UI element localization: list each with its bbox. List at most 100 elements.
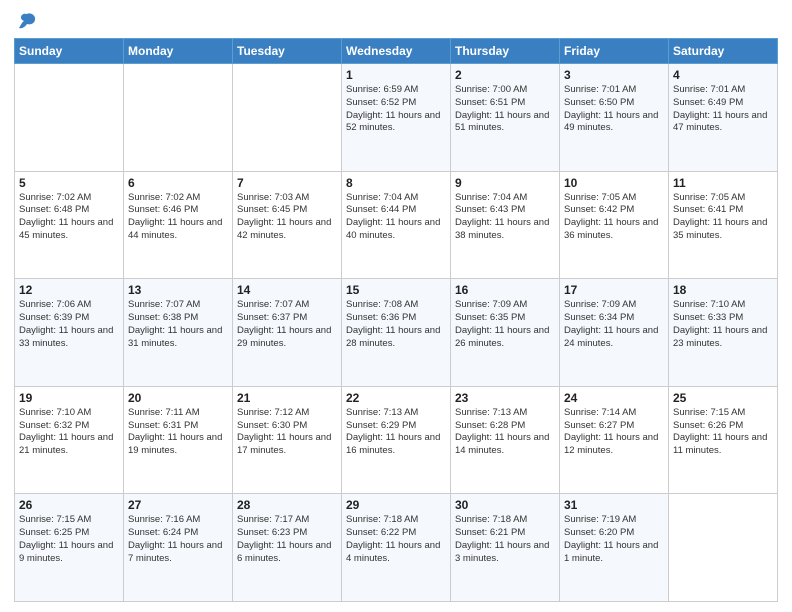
week-row-5: 26Sunrise: 7:15 AM Sunset: 6:25 PM Dayli…	[15, 494, 778, 602]
day-cell-14: 14 Sunrise: 7:07 AM Sunset: 6:37 PM Dayli…	[233, 279, 342, 387]
day-cell-18: 18 Sunrise: 7:10 AM Sunset: 6:33 PM Dayli…	[669, 279, 778, 387]
day-number: 8	[346, 176, 446, 190]
day-info: Sunrise: 7:04 AM Sunset: 6:44 PM Dayligh…	[346, 192, 446, 243]
day-cell-19: 19Sunrise: 7:10 AM Sunset: 6:32 PM Dayli…	[15, 386, 124, 494]
week-row-1: 1 Sunrise: 6:59 AM Sunset: 6:52 PM Daylig…	[15, 64, 778, 172]
day-info: Sunrise: 7:05 AM Sunset: 6:41 PM Dayligh…	[673, 192, 773, 243]
day-number: 3	[564, 68, 664, 82]
day-cell-10: 10 Sunrise: 7:05 AM Sunset: 6:42 PM Dayli…	[560, 171, 669, 279]
day-cell-17: 17Sunrise: 7:09 AM Sunset: 6:34 PM Dayli…	[560, 279, 669, 387]
day-number: 13	[128, 283, 228, 297]
day-cell-31: 31 Sunrise: 7:19 AM Sunset: 6:20 PM Dayli…	[560, 494, 669, 602]
day-number: 14	[237, 283, 337, 297]
day-info: Sunrise: 7:05 AM Sunset: 6:42 PM Dayligh…	[564, 192, 664, 243]
day-number: 25	[673, 391, 773, 405]
day-number: 5	[19, 176, 119, 190]
day-number: 11	[673, 176, 773, 190]
day-cell-21: 21Sunrise: 7:12 AM Sunset: 6:30 PM Dayli…	[233, 386, 342, 494]
day-cell-27: 27Sunrise: 7:16 AM Sunset: 6:24 PM Dayli…	[124, 494, 233, 602]
day-number: 20	[128, 391, 228, 405]
calendar-table: SundayMondayTuesdayWednesdayThursdayFrid…	[14, 38, 778, 602]
empty-cell	[124, 64, 233, 172]
day-number: 18	[673, 283, 773, 297]
day-number: 23	[455, 391, 555, 405]
weekday-header-tuesday: Tuesday	[233, 39, 342, 64]
empty-cell	[669, 494, 778, 602]
day-number: 12	[19, 283, 119, 297]
weekday-header-thursday: Thursday	[451, 39, 560, 64]
day-number: 15	[346, 283, 446, 297]
day-info: Sunrise: 7:02 AM Sunset: 6:46 PM Dayligh…	[128, 192, 228, 243]
day-info: Sunrise: 7:17 AM Sunset: 6:23 PM Dayligh…	[237, 514, 337, 565]
day-number: 26	[19, 498, 119, 512]
day-number: 16	[455, 283, 555, 297]
day-number: 9	[455, 176, 555, 190]
day-cell-9: 9Sunrise: 7:04 AM Sunset: 6:43 PM Daylig…	[451, 171, 560, 279]
day-number: 19	[19, 391, 119, 405]
day-info: Sunrise: 7:18 AM Sunset: 6:22 PM Dayligh…	[346, 514, 446, 565]
day-number: 4	[673, 68, 773, 82]
day-info: Sunrise: 7:09 AM Sunset: 6:34 PM Dayligh…	[564, 299, 664, 350]
day-number: 21	[237, 391, 337, 405]
day-number: 31	[564, 498, 664, 512]
day-cell-15: 15 Sunrise: 7:08 AM Sunset: 6:36 PM Dayli…	[342, 279, 451, 387]
day-info: Sunrise: 6:59 AM Sunset: 6:52 PM Dayligh…	[346, 84, 446, 135]
logo-bird-icon	[16, 10, 38, 32]
day-info: Sunrise: 7:01 AM Sunset: 6:50 PM Dayligh…	[564, 84, 664, 135]
day-cell-23: 23Sunrise: 7:13 AM Sunset: 6:28 PM Dayli…	[451, 386, 560, 494]
day-info: Sunrise: 7:19 AM Sunset: 6:20 PM Dayligh…	[564, 514, 664, 565]
day-info: Sunrise: 7:06 AM Sunset: 6:39 PM Dayligh…	[19, 299, 119, 350]
day-number: 1	[346, 68, 446, 82]
empty-cell	[233, 64, 342, 172]
day-cell-28: 28 Sunrise: 7:17 AM Sunset: 6:23 PM Dayli…	[233, 494, 342, 602]
weekday-header-monday: Monday	[124, 39, 233, 64]
week-row-4: 19Sunrise: 7:10 AM Sunset: 6:32 PM Dayli…	[15, 386, 778, 494]
weekday-header-saturday: Saturday	[669, 39, 778, 64]
weekday-header-sunday: Sunday	[15, 39, 124, 64]
day-info: Sunrise: 7:18 AM Sunset: 6:21 PM Dayligh…	[455, 514, 555, 565]
day-info: Sunrise: 7:10 AM Sunset: 6:33 PM Dayligh…	[673, 299, 773, 350]
day-info: Sunrise: 7:07 AM Sunset: 6:37 PM Dayligh…	[237, 299, 337, 350]
logo-text	[14, 10, 38, 32]
day-cell-25: 25 Sunrise: 7:15 AM Sunset: 6:26 PM Dayli…	[669, 386, 778, 494]
week-row-3: 12 Sunrise: 7:06 AM Sunset: 6:39 PM Dayli…	[15, 279, 778, 387]
day-info: Sunrise: 7:13 AM Sunset: 6:29 PM Dayligh…	[346, 407, 446, 458]
day-cell-30: 30 Sunrise: 7:18 AM Sunset: 6:21 PM Dayli…	[451, 494, 560, 602]
day-cell-24: 24Sunrise: 7:14 AM Sunset: 6:27 PM Dayli…	[560, 386, 669, 494]
day-cell-11: 11 Sunrise: 7:05 AM Sunset: 6:41 PM Dayli…	[669, 171, 778, 279]
day-cell-29: 29Sunrise: 7:18 AM Sunset: 6:22 PM Dayli…	[342, 494, 451, 602]
page: SundayMondayTuesdayWednesdayThursdayFrid…	[0, 0, 792, 612]
day-cell-3: 3 Sunrise: 7:01 AM Sunset: 6:50 PM Daylig…	[560, 64, 669, 172]
day-info: Sunrise: 7:00 AM Sunset: 6:51 PM Dayligh…	[455, 84, 555, 135]
day-info: Sunrise: 7:14 AM Sunset: 6:27 PM Dayligh…	[564, 407, 664, 458]
day-info: Sunrise: 7:09 AM Sunset: 6:35 PM Dayligh…	[455, 299, 555, 350]
day-number: 10	[564, 176, 664, 190]
day-cell-22: 22 Sunrise: 7:13 AM Sunset: 6:29 PM Dayli…	[342, 386, 451, 494]
day-cell-12: 12 Sunrise: 7:06 AM Sunset: 6:39 PM Dayli…	[15, 279, 124, 387]
day-cell-26: 26Sunrise: 7:15 AM Sunset: 6:25 PM Dayli…	[15, 494, 124, 602]
day-cell-4: 4 Sunrise: 7:01 AM Sunset: 6:49 PM Daylig…	[669, 64, 778, 172]
day-cell-7: 7Sunrise: 7:03 AM Sunset: 6:45 PM Daylig…	[233, 171, 342, 279]
day-info: Sunrise: 7:08 AM Sunset: 6:36 PM Dayligh…	[346, 299, 446, 350]
day-info: Sunrise: 7:15 AM Sunset: 6:26 PM Dayligh…	[673, 407, 773, 458]
weekday-header-friday: Friday	[560, 39, 669, 64]
week-row-2: 5 Sunrise: 7:02 AM Sunset: 6:48 PM Daylig…	[15, 171, 778, 279]
day-number: 27	[128, 498, 228, 512]
day-number: 7	[237, 176, 337, 190]
day-info: Sunrise: 7:11 AM Sunset: 6:31 PM Dayligh…	[128, 407, 228, 458]
day-cell-16: 16 Sunrise: 7:09 AM Sunset: 6:35 PM Dayli…	[451, 279, 560, 387]
day-info: Sunrise: 7:02 AM Sunset: 6:48 PM Dayligh…	[19, 192, 119, 243]
header	[14, 10, 778, 32]
day-info: Sunrise: 7:07 AM Sunset: 6:38 PM Dayligh…	[128, 299, 228, 350]
empty-cell	[15, 64, 124, 172]
day-number: 30	[455, 498, 555, 512]
weekday-header-wednesday: Wednesday	[342, 39, 451, 64]
day-number: 2	[455, 68, 555, 82]
day-info: Sunrise: 7:01 AM Sunset: 6:49 PM Dayligh…	[673, 84, 773, 135]
weekday-header-row: SundayMondayTuesdayWednesdayThursdayFrid…	[15, 39, 778, 64]
day-number: 28	[237, 498, 337, 512]
day-number: 22	[346, 391, 446, 405]
day-cell-13: 13 Sunrise: 7:07 AM Sunset: 6:38 PM Dayli…	[124, 279, 233, 387]
day-cell-2: 2 Sunrise: 7:00 AM Sunset: 6:51 PM Daylig…	[451, 64, 560, 172]
day-number: 6	[128, 176, 228, 190]
